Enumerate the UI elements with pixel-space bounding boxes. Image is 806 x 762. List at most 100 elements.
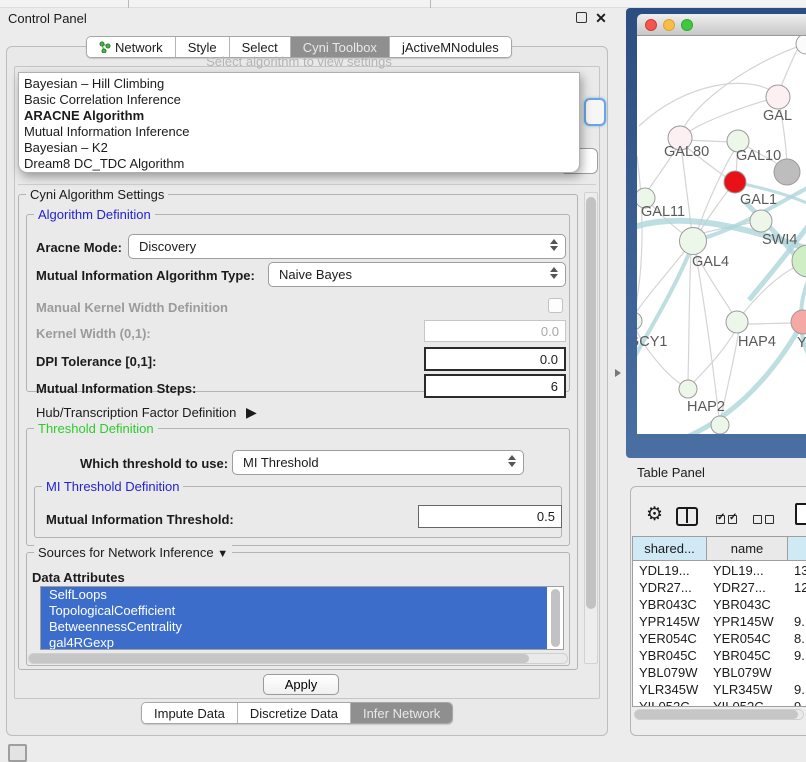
network-edge[interactable] xyxy=(695,250,719,418)
network-node[interactable] xyxy=(792,245,806,277)
settings-scrollbar[interactable] xyxy=(584,192,598,664)
dpi-tolerance-input[interactable] xyxy=(424,347,566,371)
network-edge[interactable] xyxy=(745,323,793,324)
mi-algorithm-type-combo[interactable]: Naive Bayes xyxy=(268,262,566,287)
network-node-label: GCY1 xyxy=(637,334,668,350)
aracne-mode-combo[interactable]: Discovery xyxy=(128,234,566,259)
cyni-bottom-tabbar: Impute Data Discretize DataInfer Network xyxy=(141,702,453,724)
network-node[interactable] xyxy=(679,380,697,398)
close-window-icon[interactable] xyxy=(645,19,657,31)
which-threshold-combo[interactable]: MI Threshold xyxy=(232,450,524,475)
data-attribute-item[interactable]: TopologicalCoefficient xyxy=(41,603,547,619)
network-node[interactable] xyxy=(711,416,729,434)
collapsed-panel-icon[interactable] xyxy=(8,744,27,762)
network-canvas[interactable]: GALGAL80GAL10GAL1GAL11SWI4GAL4GCY1HAP4YH… xyxy=(637,36,806,434)
node-attribute-table[interactable]: shared...nameYDL19...YDL19...13YDR27...Y… xyxy=(632,536,806,707)
scrollbar-thumb[interactable] xyxy=(586,197,596,609)
table-cell: 8. xyxy=(794,630,806,647)
network-node[interactable] xyxy=(637,312,642,330)
data-attribute-item[interactable]: BetweennessCentrality xyxy=(41,619,547,635)
table-cell: YDR27... xyxy=(713,579,786,596)
table-row[interactable]: YIL052CYIL052C9 xyxy=(633,698,806,707)
deselect-all-rows-icon[interactable] xyxy=(753,512,777,527)
stepper-icon xyxy=(550,239,558,251)
network-node[interactable] xyxy=(766,85,790,109)
table-row[interactable]: YDL19...YDL19...13 xyxy=(633,562,806,579)
table-cell: YBL079W xyxy=(639,664,705,681)
table-cell: YDL19... xyxy=(713,562,786,579)
network-node[interactable] xyxy=(791,310,806,334)
hub-tf-definition-toggle[interactable]: Hub/Transcription Factor Definition ▶ xyxy=(36,404,257,421)
toolbar-divider xyxy=(128,0,129,8)
scrollbar-thumb[interactable] xyxy=(635,710,798,719)
network-edge[interactable] xyxy=(637,156,642,313)
network-edge[interactable] xyxy=(681,146,693,241)
tab-label: jActiveMNodules xyxy=(402,40,499,55)
table-cell: YLR345W xyxy=(639,681,705,698)
network-node[interactable] xyxy=(724,171,746,193)
table-row[interactable]: YDR27...YDR27...12 xyxy=(633,579,806,596)
network-window-titlebar[interactable] xyxy=(637,14,806,36)
algorithm-combo-prompt[interactable]: Select algorithm to view settings xyxy=(18,54,580,69)
column-layout-icon[interactable] xyxy=(676,507,698,526)
tab-label: Impute Data xyxy=(154,706,225,721)
algorithm-option[interactable]: Basic Correlation Inference xyxy=(19,92,579,108)
kernel-width-input[interactable] xyxy=(424,320,566,342)
chevron-down-icon: ▼ xyxy=(217,548,228,560)
table-cell: YBR045C xyxy=(639,647,705,664)
table-cell: YDR27... xyxy=(639,579,705,596)
column-header[interactable]: shared... xyxy=(633,537,707,561)
apply-button[interactable]: Apply xyxy=(263,674,339,695)
tab-discretize-data[interactable]: Discretize Data xyxy=(238,703,351,723)
table-cell: YER054C xyxy=(713,630,786,647)
mi-steps-input[interactable] xyxy=(424,374,566,398)
zoom-window-icon[interactable] xyxy=(681,19,693,31)
network-node-label: HAP4 xyxy=(738,334,776,350)
mi-threshold-input[interactable] xyxy=(418,505,562,528)
splitter-handle-icon[interactable] xyxy=(615,369,621,377)
table-row[interactable]: YBL079WYBL079W xyxy=(633,664,806,681)
select-all-rows-icon[interactable] xyxy=(716,512,740,527)
table-settings-gear-icon[interactable]: ⚙ xyxy=(646,503,663,526)
network-node-label: GAL80 xyxy=(664,144,709,160)
manual-kernel-width-label: Manual Kernel Width Definition xyxy=(36,300,228,315)
algorithm-option[interactable]: Dream8 DC_TDC Algorithm xyxy=(19,156,579,172)
algorithm-option[interactable]: Mutual Information Inference xyxy=(19,124,579,140)
tab-infer-network[interactable]: Infer Network xyxy=(351,703,452,723)
focused-stepper-fragment[interactable] xyxy=(584,98,606,126)
table-row[interactable]: YPR145WYPR145W9. xyxy=(633,613,806,630)
network-node-label: GAL10 xyxy=(736,148,781,164)
algorithm-option[interactable]: Bayesian – Hill Climbing xyxy=(19,76,579,92)
algorithm-option[interactable]: Bayesian – K2 xyxy=(19,140,579,156)
close-panel-icon[interactable]: ✕ xyxy=(595,12,607,24)
sources-legend[interactable]: Sources for Network Inference ▼ xyxy=(34,545,232,560)
mi-threshold-label: Mutual Information Threshold: xyxy=(46,512,234,527)
network-edge[interactable] xyxy=(688,250,691,381)
table-row[interactable]: YBR043CYBR043C xyxy=(633,596,806,613)
network-node[interactable] xyxy=(680,228,707,255)
data-attribute-item[interactable]: SelfLoops xyxy=(41,587,547,603)
column-header[interactable]: name xyxy=(707,537,788,561)
table-horizontal-scrollbar[interactable] xyxy=(634,709,804,720)
list-horizontal-scrollbar[interactable] xyxy=(28,653,568,664)
list-vertical-scrollbar[interactable] xyxy=(551,589,560,647)
toolbar-divider xyxy=(430,0,431,8)
data-attribute-item[interactable]: gal4RGexp xyxy=(41,635,547,650)
new-table-icon[interactable] xyxy=(795,503,806,525)
float-panel-icon[interactable] xyxy=(576,12,587,23)
manual-kernel-width-checkbox[interactable] xyxy=(548,298,563,313)
tab-impute-data[interactable]: Impute Data xyxy=(142,703,238,723)
network-node[interactable] xyxy=(750,210,772,232)
network-node[interactable] xyxy=(726,311,748,333)
table-panel-title: Table Panel xyxy=(637,465,705,480)
minimize-window-icon[interactable] xyxy=(663,19,675,31)
data-attributes-list[interactable]: SelfLoopsTopologicalCoefficientBetweenne… xyxy=(40,586,564,650)
table-row[interactable]: YER054CYER054C8. xyxy=(633,630,806,647)
algorithm-option[interactable]: ARACNE Algorithm xyxy=(19,108,579,124)
network-node[interactable] xyxy=(796,36,806,54)
table-row[interactable]: YLR345WYLR345W9. xyxy=(633,681,806,698)
scrollbar-thumb[interactable] xyxy=(29,654,529,663)
table-row[interactable]: YBR045CYBR045C9. xyxy=(633,647,806,664)
column-header[interactable] xyxy=(788,537,806,561)
table-cell: YBR043C xyxy=(713,596,786,613)
